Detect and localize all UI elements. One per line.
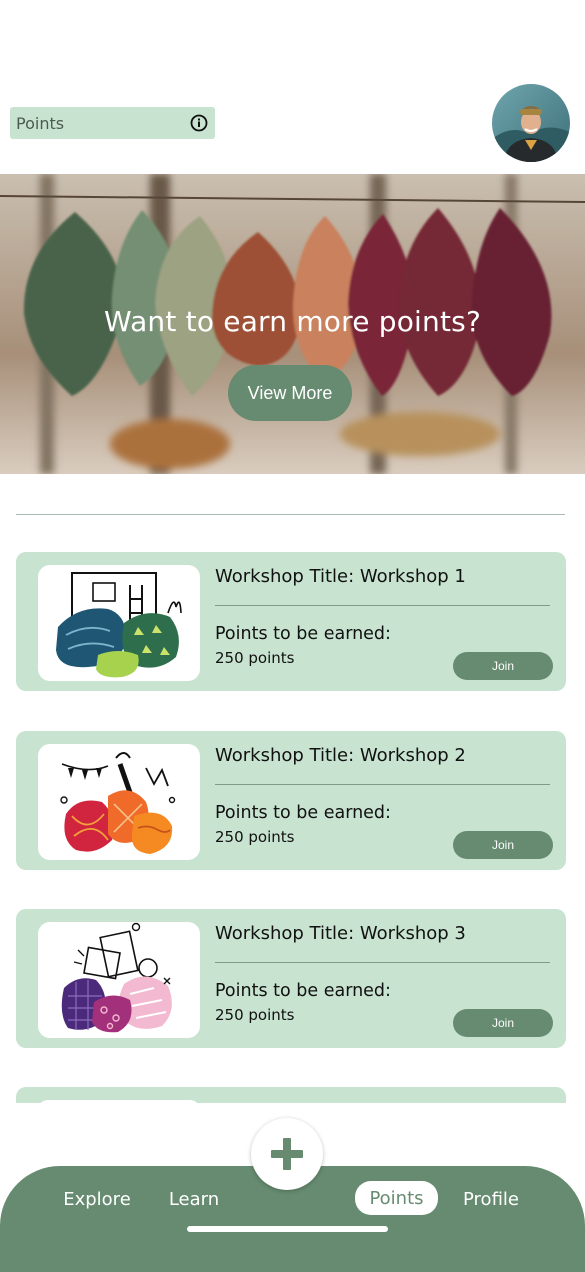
workshop-card[interactable]: Workshop Title: Workshop 2 Points to be … xyxy=(16,731,566,870)
plus-icon xyxy=(271,1138,303,1170)
workshop-title: Workshop Title: Workshop 2 xyxy=(215,745,466,766)
workshop-card[interactable]: Workshop Title: Workshop 1 Points to be … xyxy=(16,552,566,691)
tab-points[interactable]: Points xyxy=(355,1181,438,1215)
tab-learn[interactable]: Learn xyxy=(160,1184,228,1214)
points-label: Points to be earned: xyxy=(215,981,391,1001)
points-value: 250 points xyxy=(215,1006,295,1024)
workshop-card[interactable]: Workshop Title: Workshop 3 Points to be … xyxy=(16,909,566,1048)
join-button[interactable]: Join xyxy=(453,652,553,680)
workshop-illustration xyxy=(38,565,200,681)
workshop-title: Workshop Title: Workshop 3 xyxy=(215,923,466,944)
profile-avatar[interactable] xyxy=(492,84,570,162)
workshop-title: Workshop Title: Workshop 1 xyxy=(215,566,466,587)
card-divider xyxy=(215,605,550,606)
section-divider xyxy=(16,514,565,515)
points-label: Points to be earned: xyxy=(215,624,391,644)
points-header-pill: Points xyxy=(10,107,215,139)
home-indicator xyxy=(187,1226,388,1232)
tab-profile[interactable]: Profile xyxy=(456,1184,526,1214)
points-value: 250 points xyxy=(215,649,295,667)
section-title: Points xyxy=(16,113,65,133)
workshop-card-partial[interactable] xyxy=(16,1087,566,1103)
view-more-button[interactable]: View More xyxy=(228,365,352,421)
card-divider xyxy=(215,784,550,785)
join-button[interactable]: Join xyxy=(453,831,553,859)
join-button[interactable]: Join xyxy=(453,1009,553,1037)
add-button[interactable] xyxy=(251,1118,323,1190)
workshop-illustration xyxy=(38,1100,200,1103)
workshop-illustration xyxy=(38,922,200,1038)
card-divider xyxy=(215,962,550,963)
info-icon[interactable] xyxy=(190,114,208,132)
hero-title: Want to earn more points? xyxy=(103,305,482,338)
points-label: Points to be earned: xyxy=(215,803,391,823)
workshop-illustration xyxy=(38,744,200,860)
tab-explore[interactable]: Explore xyxy=(58,1184,136,1214)
points-value: 250 points xyxy=(215,828,295,846)
